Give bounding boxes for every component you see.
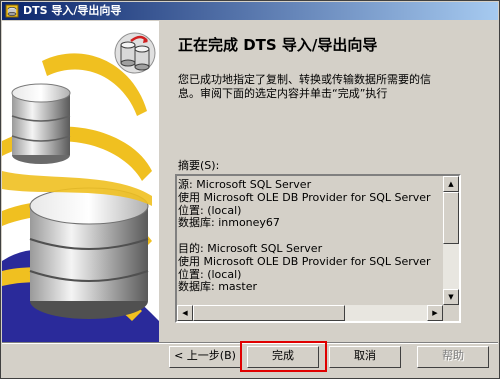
summary-line: 数据库: master — [178, 280, 257, 294]
wizard-description: 您已成功地指定了复制、转换或传输数据所需要的信 息。审阅下面的选定内容并单击“完… — [178, 73, 468, 101]
vertical-scrollbar[interactable]: ▲ ▼ — [443, 176, 459, 305]
summary-textbox[interactable]: 源: Microsoft SQL Server 使用 Microsoft OLE… — [175, 174, 461, 323]
cancel-button[interactable]: 取消 — [329, 346, 401, 368]
scroll-down-button[interactable]: ▼ — [443, 289, 459, 305]
finish-highlight-box — [240, 341, 327, 372]
vertical-scroll-thumb[interactable] — [443, 192, 459, 244]
horizontal-scroll-thumb[interactable] — [193, 305, 345, 321]
help-button[interactable]: 帮助 — [417, 346, 489, 368]
scroll-up-button[interactable]: ▲ — [443, 176, 459, 192]
description-line: 息。审阅下面的选定内容并单击“完成”执行 — [178, 87, 388, 100]
wizard-heading: 正在完成 DTS 导入/导出向导 — [178, 36, 378, 54]
summary-line: 使用 Microsoft OLE DB Provider for SQL Ser… — [178, 254, 431, 268]
database-copy-icon — [114, 32, 156, 74]
summary-line: 目的: Microsoft SQL Server — [178, 241, 323, 255]
wizard-dialog: DTS 导入/导出向导 正在完成 DTS 导入/导出向导 您已成功地指定了复制、… — [0, 0, 500, 379]
description-line: 您已成功地指定了复制、转换或传输数据所需要的信 — [178, 73, 431, 86]
summary-line: 使用 Microsoft OLE DB Provider for SQL Ser… — [178, 190, 431, 204]
summary-text: 源: Microsoft SQL Server 使用 Microsoft OLE… — [178, 178, 442, 294]
scroll-left-button[interactable]: ◀ — [177, 305, 193, 321]
horizontal-scrollbar[interactable]: ◀ ▶ — [177, 305, 443, 321]
window-title: DTS 导入/导出向导 — [23, 4, 122, 17]
title-bar[interactable]: DTS 导入/导出向导 — [2, 2, 498, 20]
back-button[interactable]: < 上一步(B) — [169, 346, 241, 368]
summary-line: 源: Microsoft SQL Server — [178, 178, 312, 191]
database-wizard-icon — [5, 4, 19, 18]
summary-line: 数据库: inmoney67 — [178, 216, 280, 230]
scrollbar-corner — [443, 305, 459, 321]
scroll-right-button[interactable]: ▶ — [427, 305, 443, 321]
summary-label: 摘要(S): — [178, 159, 220, 172]
